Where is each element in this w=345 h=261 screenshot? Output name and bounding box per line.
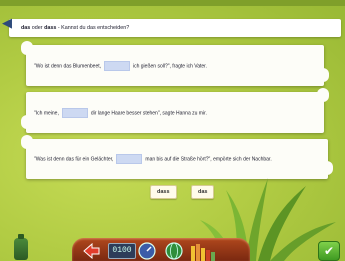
check-button[interactable]: ✔ — [318, 241, 340, 261]
globe-icon[interactable] — [164, 242, 184, 260]
bottle-icon[interactable] — [14, 234, 28, 260]
clock-display: 0100 — [108, 243, 136, 259]
check-icon: ✔ — [323, 244, 335, 258]
exercise-screen: ◀ das oder dass - Kannst du das entschei… — [0, 0, 345, 261]
bars-icon[interactable] — [190, 242, 216, 261]
grass-decoration — [200, 178, 336, 261]
arrow-tool-icon[interactable] — [82, 243, 100, 259]
gauge-icon[interactable] — [138, 242, 156, 260]
